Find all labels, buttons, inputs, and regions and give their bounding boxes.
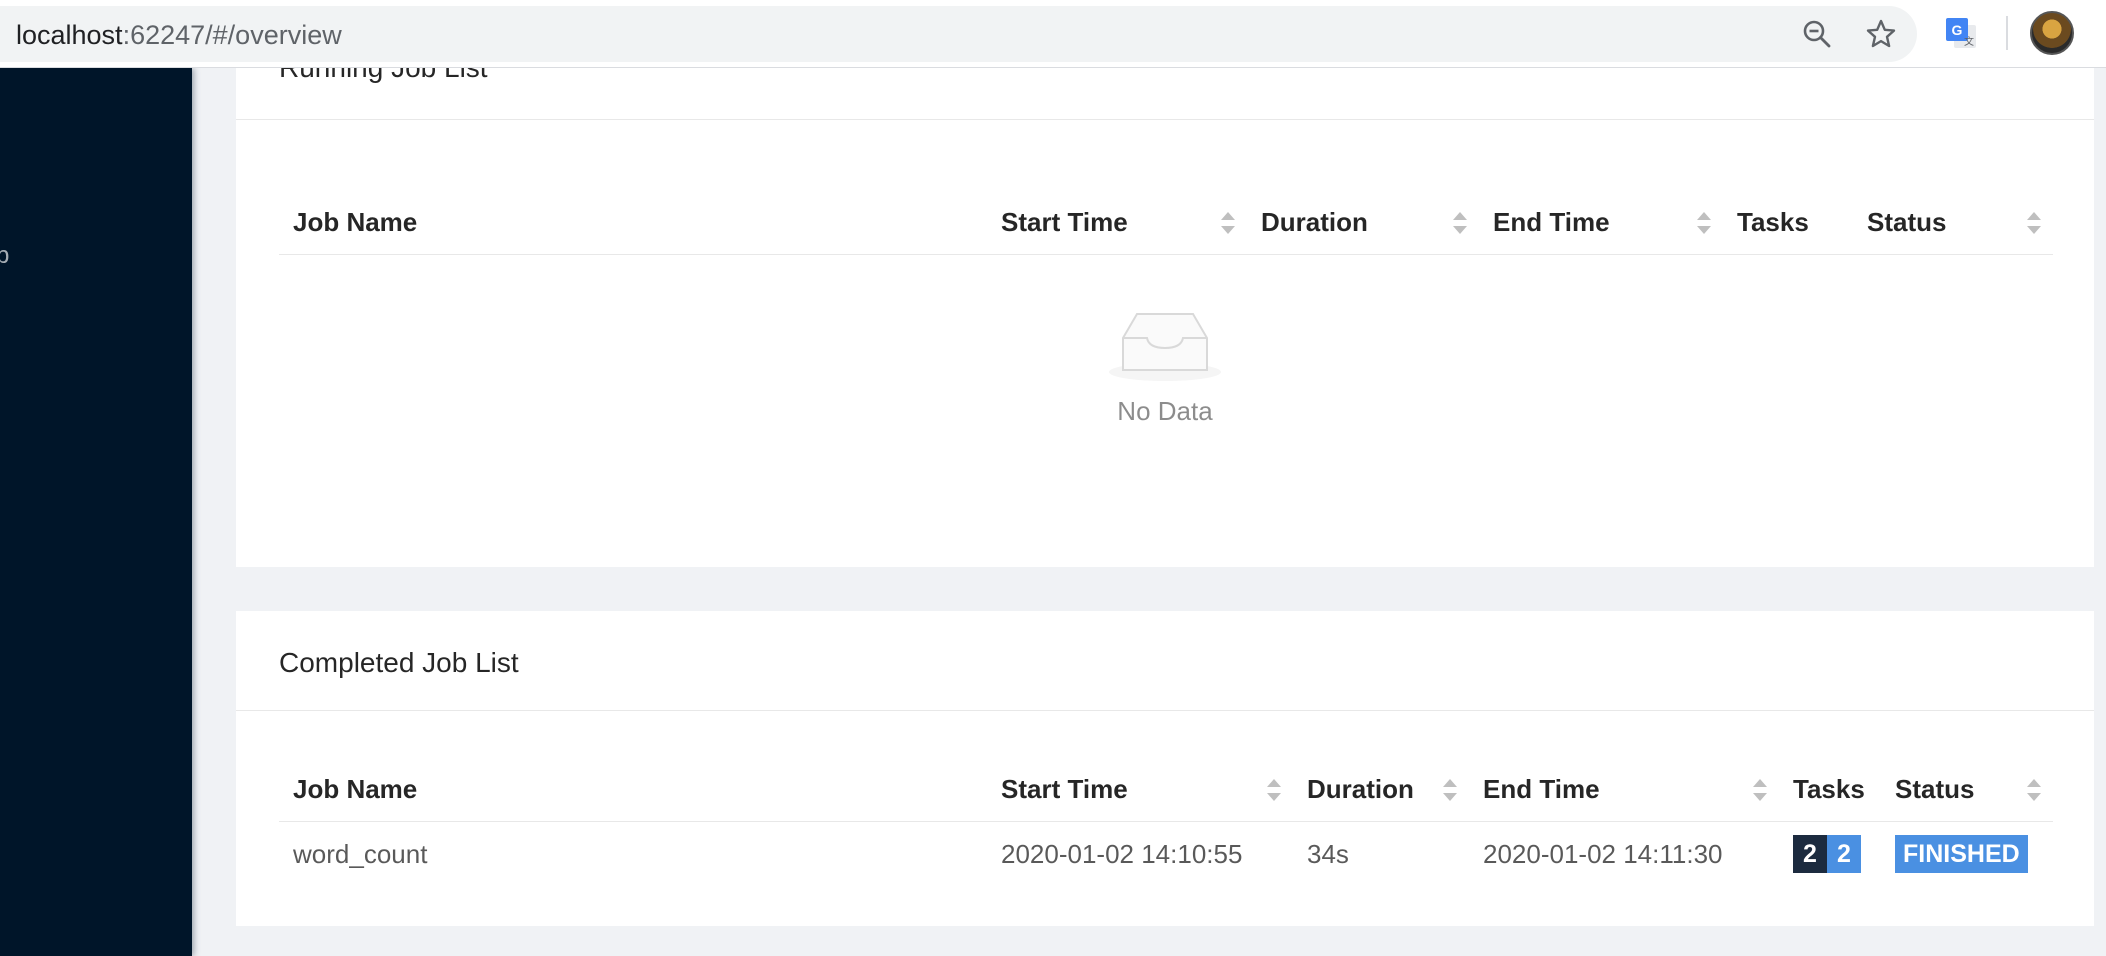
job-name-cell: word_count — [293, 838, 428, 869]
completed-jobs-table: Job Name Start Time Duration End Time Ta… — [279, 759, 2053, 887]
running-job-list-card: Running Job List Job Name Start Time Dur… — [236, 52, 2094, 567]
table-row[interactable]: word_count 2020-01-02 14:10:55 34s 2020-… — [279, 821, 2053, 887]
column-header-job-name: Job Name — [279, 192, 987, 255]
column-header-tasks: Tasks — [1723, 192, 1853, 255]
column-header-duration[interactable]: Duration — [1293, 759, 1469, 822]
bookmark-star-icon[interactable] — [1865, 18, 1897, 50]
table-header-row: Job Name Start Time Duration End Time Ta… — [279, 759, 2053, 822]
sort-caret-icon[interactable] — [1221, 211, 1235, 235]
column-header-job-name: Job Name — [279, 759, 987, 822]
toolbar-divider — [2006, 16, 2008, 50]
sort-caret-icon[interactable] — [2027, 778, 2041, 802]
browser-toolbar: localhost:62247/#/overview G 文 — [0, 0, 2106, 68]
sort-caret-icon[interactable] — [1267, 778, 1281, 802]
google-translate-icon[interactable]: G 文 — [1944, 16, 1978, 50]
task-badge-finished: 2 — [1827, 835, 1861, 874]
task-badge-total: 2 — [1793, 835, 1827, 874]
sort-caret-icon[interactable] — [2027, 211, 2041, 235]
tasks-cell: 2 2 — [1779, 821, 1881, 887]
column-header-end-time[interactable]: End Time — [1479, 192, 1723, 255]
column-header-start-time[interactable]: Start Time — [987, 759, 1293, 822]
completed-job-list-card: Completed Job List Job Name Start Time D… — [236, 611, 2094, 926]
start-time-cell: 2020-01-02 14:10:55 — [1001, 838, 1243, 869]
empty-state-text: No Data — [1117, 396, 1213, 426]
sort-caret-icon[interactable] — [1697, 211, 1711, 235]
completed-job-list-title: Completed Job List — [279, 647, 519, 678]
duration-cell: 34s — [1307, 838, 1349, 869]
sort-caret-icon[interactable] — [1453, 211, 1467, 235]
svg-text:G: G — [1952, 22, 1963, 38]
empty-state: No Data — [236, 308, 2094, 427]
column-header-duration[interactable]: Duration — [1247, 192, 1479, 255]
profile-avatar[interactable] — [2030, 11, 2074, 55]
status-badge: FINISHED — [1895, 835, 2028, 874]
task-badges: 2 2 — [1793, 835, 1861, 874]
sort-caret-icon[interactable] — [1753, 778, 1767, 802]
url-host: localhost — [16, 20, 123, 50]
sidebar-item-label[interactable]: b — [0, 242, 9, 270]
url-text[interactable]: localhost:62247/#/overview — [16, 20, 342, 51]
status-cell: FINISHED — [1881, 821, 2053, 887]
end-time-cell: 2020-01-02 14:11:30 — [1483, 838, 1723, 869]
empty-inbox-icon — [1109, 313, 1221, 381]
column-header-status[interactable]: Status — [1881, 759, 2053, 822]
sidebar: b — [0, 68, 192, 956]
card-divider — [236, 119, 2094, 120]
sort-caret-icon[interactable] — [1443, 778, 1457, 802]
address-bar[interactable]: localhost:62247/#/overview — [0, 6, 1917, 62]
column-header-tasks: Tasks — [1779, 759, 1881, 822]
table-header-row: Job Name Start Time Duration End Time Ta… — [279, 192, 2053, 255]
url-path: :62247/#/overview — [122, 20, 342, 50]
column-header-end-time[interactable]: End Time — [1469, 759, 1779, 822]
column-header-status[interactable]: Status — [1853, 192, 2053, 255]
svg-text:文: 文 — [1964, 35, 1974, 48]
column-header-start-time[interactable]: Start Time — [987, 192, 1247, 255]
card-divider — [236, 710, 2094, 711]
running-jobs-table: Job Name Start Time Duration End Time Ta… — [279, 192, 2053, 255]
zoom-out-icon[interactable] — [1801, 18, 1833, 50]
